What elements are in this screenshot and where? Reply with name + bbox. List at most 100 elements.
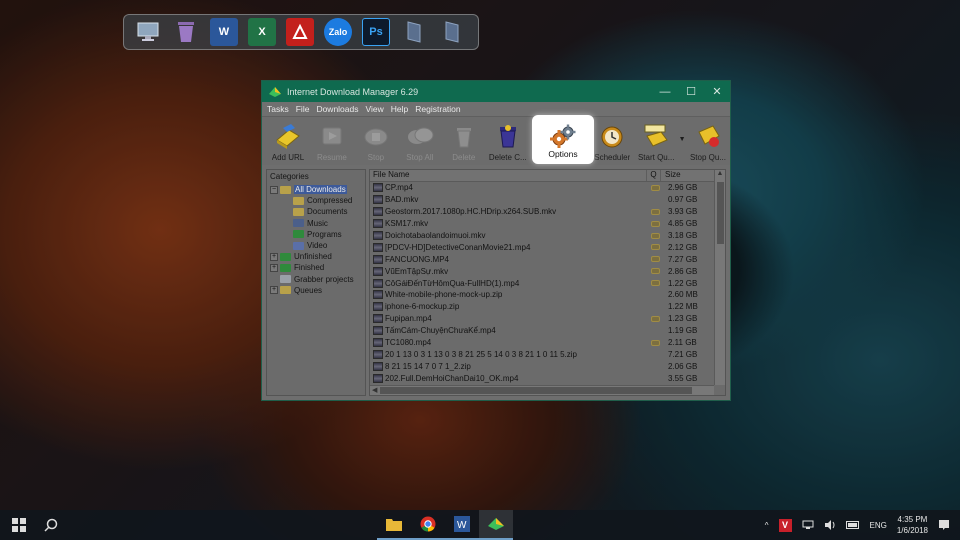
volume-icon[interactable] <box>824 520 836 530</box>
file-row[interactable]: CôGáiĐếnTừHômQua-FullHD(1).mp4 1.22 GB <box>370 277 725 289</box>
category-music[interactable]: Music <box>267 218 365 229</box>
excel-glyph: X <box>258 26 266 38</box>
file-row[interactable]: 8 21 15 14 7 0 7 1_2.zip 2.06 GB <box>370 360 725 372</box>
file-size: 1.22 MB <box>668 302 698 312</box>
battery-icon[interactable] <box>845 521 860 529</box>
scroll-left-icon[interactable]: ◀ <box>372 386 377 394</box>
file-type-icon <box>373 278 383 288</box>
category-compressed[interactable]: Compressed <box>267 195 365 206</box>
stop-all-button[interactable]: Stop All <box>398 122 442 162</box>
menu-file[interactable]: File <box>295 104 316 114</box>
category-programs[interactable]: Programs <box>267 229 365 240</box>
notifications-icon[interactable] <box>938 519 950 531</box>
column-q[interactable]: Q <box>647 170 661 181</box>
categories-title: Categories <box>270 172 309 181</box>
file-row[interactable]: Geostorm.2017.1080p.HC.HDrip.x264.SUB.mk… <box>370 206 725 218</box>
category-label: Compressed <box>307 196 353 206</box>
expand-icon[interactable]: + <box>270 286 278 295</box>
recycle-bin-icon[interactable] <box>172 18 200 46</box>
file-type-icon <box>373 361 383 371</box>
scroll-thumb[interactable] <box>717 182 724 244</box>
menu-tasks[interactable]: Tasks <box>266 104 295 114</box>
vertical-scrollbar[interactable]: ▲ <box>714 170 725 385</box>
file-type-icon <box>373 207 383 217</box>
category-finished[interactable]: + Finished <box>267 262 365 273</box>
expand-icon[interactable]: + <box>270 252 278 261</box>
scheduler-button[interactable]: Scheduler <box>590 122 634 162</box>
file-row[interactable]: VũEmTậpSự.mkv 2.86 GB <box>370 265 725 277</box>
clock[interactable]: 4:35 PM 1/6/2018 <box>897 514 928 536</box>
title-bar[interactable]: Internet Download Manager 6.29 — ☐ ✕ <box>262 81 730 102</box>
word-icon[interactable]: W <box>445 510 479 540</box>
file-row[interactable]: CP.mp4 2.96 GB <box>370 182 725 194</box>
file-name: Fupipan.mp4 <box>385 314 432 324</box>
category-queues[interactable]: + Queues <box>267 285 365 296</box>
zalo-icon[interactable]: Zalo <box>324 18 352 46</box>
file-name: Geostorm.2017.1080p.HC.HDrip.x264.SUB.mk… <box>385 207 557 217</box>
start-queue-dropdown-icon[interactable]: ▼ <box>678 136 686 143</box>
file-row[interactable]: KSM17.mkv 4.85 GB <box>370 218 725 230</box>
file-row[interactable]: TấmCám-ChuyệnChưaKể.mp4 1.19 GB <box>370 325 725 337</box>
photoshop-icon[interactable]: Ps <box>362 18 390 46</box>
panel-icon[interactable] <box>438 18 466 46</box>
v-app-icon[interactable]: V <box>778 518 792 532</box>
file-row[interactable]: BAD.mkv 0.97 GB <box>370 194 725 206</box>
system-tray: ^ V ENG 4:35 PM 1/6/2018 <box>765 510 960 540</box>
minimize-button[interactable]: — <box>652 81 678 102</box>
stop-button[interactable]: Stop <box>354 122 398 162</box>
collapse-icon[interactable]: − <box>270 185 278 194</box>
queue-badge-icon <box>650 256 660 263</box>
file-row[interactable]: 20 1 13 0 3 1 13 0 3 8 21 25 5 14 0 3 8 … <box>370 348 725 360</box>
panel-icon[interactable] <box>400 18 428 46</box>
scroll-up-icon[interactable]: ▲ <box>715 170 725 180</box>
menu-registration[interactable]: Registration <box>414 104 466 114</box>
category-all-downloads[interactable]: − All Downloads <box>267 184 365 195</box>
delete-completed-label: Delete C... <box>488 153 527 162</box>
windows-start-icon[interactable] <box>12 518 26 532</box>
file-row[interactable]: White-mobile-phone-mock-up.zip 2.60 MB <box>370 289 725 301</box>
menu-view[interactable]: View <box>365 104 390 114</box>
menu-downloads[interactable]: Downloads <box>315 104 364 114</box>
options-button[interactable]: Options <box>532 115 594 164</box>
close-button[interactable]: ✕ <box>704 81 730 102</box>
tray-chevron-icon[interactable]: ^ <box>765 521 769 530</box>
start-queue-button[interactable]: Start Qu... <box>634 122 678 162</box>
monitor-icon[interactable] <box>134 18 162 46</box>
idm-icon[interactable] <box>479 510 513 540</box>
clock-date: 1/6/2018 <box>896 526 928 535</box>
column-file-name[interactable]: File Name <box>370 170 647 181</box>
chrome-icon[interactable] <box>411 510 445 540</box>
category-unfinished[interactable]: + Unfinished <box>267 251 365 262</box>
menu-help[interactable]: Help <box>390 104 414 114</box>
file-explorer-icon[interactable] <box>377 510 411 540</box>
maximize-button[interactable]: ☐ <box>678 81 704 102</box>
resume-button[interactable]: Resume <box>310 122 354 162</box>
network-icon[interactable] <box>802 520 814 530</box>
h-scroll-thumb[interactable] <box>380 387 692 394</box>
video-icon <box>293 241 304 250</box>
category-video[interactable]: Video <box>267 240 365 251</box>
file-row[interactable]: FANCUONG.MP4 7.27 GB <box>370 253 725 265</box>
language-indicator[interactable]: ENG <box>870 521 887 530</box>
category-documents[interactable]: Documents <box>267 206 365 217</box>
file-row[interactable]: TC1080.mp4 2.11 GB <box>370 337 725 349</box>
file-row[interactable]: Doichotabaolandoimuoi.mkv 3.18 GB <box>370 230 725 242</box>
expand-icon[interactable]: + <box>270 263 278 272</box>
file-row[interactable]: iphone-6-mockup.zip 1.22 MB <box>370 301 725 313</box>
delete-button[interactable]: Delete <box>442 122 486 162</box>
column-size[interactable]: Size <box>661 170 709 181</box>
stop-queue-button[interactable]: Stop Qu... <box>686 122 730 162</box>
file-size: 7.21 GB <box>668 349 698 359</box>
search-icon[interactable] <box>44 518 58 532</box>
delete-completed-button[interactable]: Delete C... <box>486 122 530 162</box>
file-row[interactable]: Fupipan.mp4 1.23 GB <box>370 313 725 325</box>
file-name: iphone-6-mockup.zip <box>385 302 460 312</box>
garena-icon[interactable] <box>286 18 314 46</box>
add-url-button[interactable]: Add URL <box>266 122 310 162</box>
excel-icon[interactable]: X <box>248 18 276 46</box>
horizontal-scrollbar[interactable]: ◀ <box>370 385 714 395</box>
word-icon[interactable]: W <box>210 18 238 46</box>
category-grabber-projects[interactable]: Grabber projects <box>267 274 365 285</box>
file-row[interactable]: 202.Full.DemHoiChanDai10_OK.mp4 3.55 GB <box>370 372 725 384</box>
file-row[interactable]: [PDCV-HD]DetectiveConanMovie21.mp4 2.12 G… <box>370 241 725 253</box>
